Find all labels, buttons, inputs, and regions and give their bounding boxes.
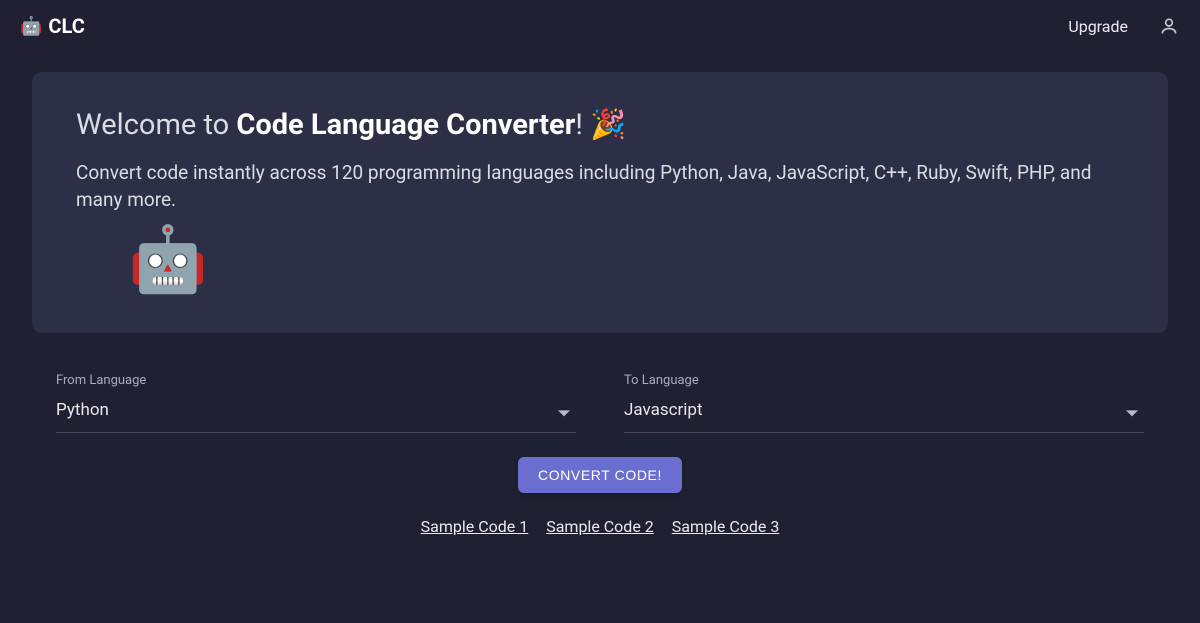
chevron-down-icon: [558, 405, 568, 415]
to-language-value: Javascript: [624, 400, 703, 420]
upgrade-link[interactable]: Upgrade: [1068, 17, 1128, 36]
sample-code-1-link[interactable]: Sample Code 1: [421, 517, 529, 536]
welcome-prefix: Welcome to: [76, 108, 236, 142]
robot-emoji-icon: 🤖: [128, 222, 208, 297]
from-language-label: From Language: [56, 373, 576, 388]
to-language-select[interactable]: Javascript: [624, 390, 1144, 433]
welcome-title: Welcome to Code Language Converter! 🎉: [76, 108, 1124, 142]
welcome-suffix: ! 🎉: [575, 108, 626, 142]
person-icon[interactable]: [1158, 15, 1180, 37]
header: 🤖 CLC Upgrade: [0, 0, 1200, 52]
to-language-group: To Language Javascript: [624, 373, 1144, 433]
chevron-down-icon: [1126, 405, 1136, 415]
from-language-select[interactable]: Python: [56, 390, 576, 433]
from-language-group: From Language Python: [56, 373, 576, 433]
welcome-card: Welcome to Code Language Converter! 🎉 Co…: [32, 72, 1168, 333]
welcome-description: Convert code instantly across 120 progra…: [76, 160, 1116, 213]
language-selectors: From Language Python To Language Javascr…: [32, 373, 1168, 433]
sample-code-2-link[interactable]: Sample Code 2: [546, 517, 654, 536]
brand-robot-icon: 🤖: [20, 16, 42, 37]
header-right: Upgrade: [1068, 15, 1180, 37]
to-language-label: To Language: [624, 373, 1144, 388]
brand[interactable]: 🤖 CLC: [20, 14, 85, 38]
welcome-strong: Code Language Converter: [236, 108, 575, 142]
from-language-value: Python: [56, 400, 109, 420]
brand-text: CLC: [48, 14, 84, 38]
main-content: Welcome to Code Language Converter! 🎉 Co…: [0, 52, 1200, 556]
sample-links: Sample Code 1 Sample Code 2 Sample Code …: [32, 517, 1168, 536]
sample-code-3-link[interactable]: Sample Code 3: [672, 517, 780, 536]
convert-row: CONVERT CODE!: [32, 457, 1168, 493]
convert-button[interactable]: CONVERT CODE!: [518, 457, 682, 493]
